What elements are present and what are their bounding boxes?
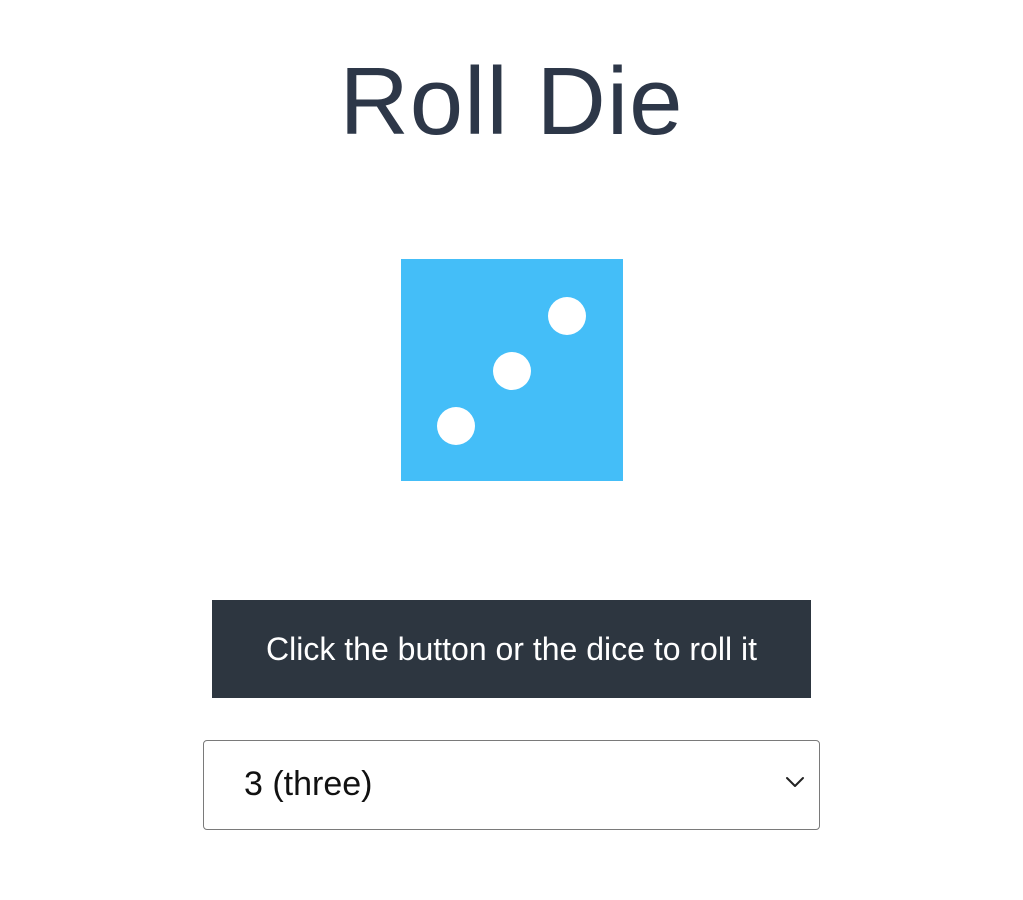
face-select-value: 3 (three)	[244, 765, 373, 803]
chevron-down-icon	[786, 777, 804, 787]
page-title: Roll Die	[339, 48, 684, 155]
die-face[interactable]	[401, 259, 623, 481]
die-pip	[493, 352, 531, 390]
die-pip	[548, 297, 586, 335]
die-pip	[437, 407, 475, 445]
roll-button[interactable]: Click the button or the dice to roll it	[212, 600, 811, 698]
face-select[interactable]: 3 (three)	[203, 740, 820, 830]
